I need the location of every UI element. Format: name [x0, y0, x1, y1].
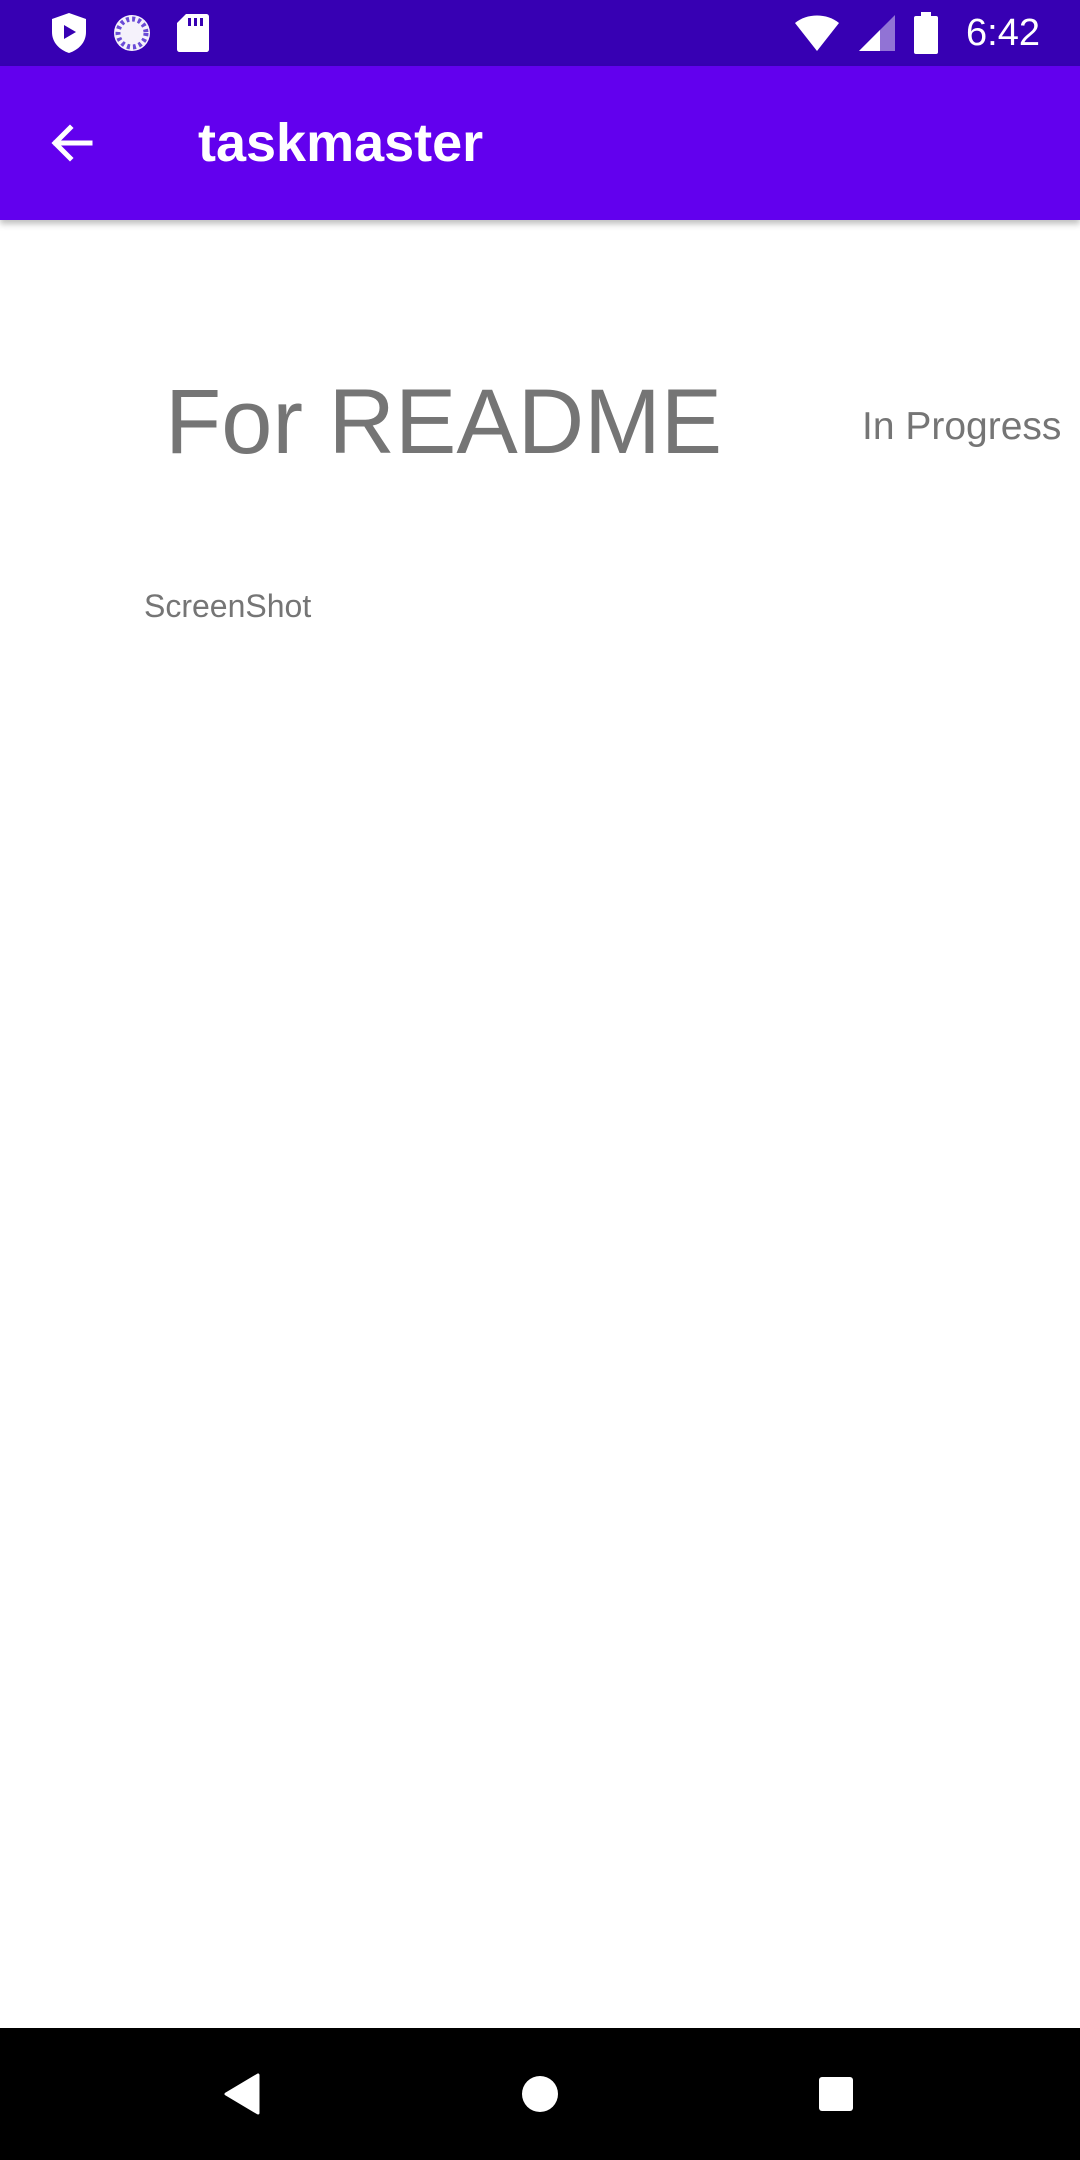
recents-square-icon	[818, 2076, 854, 2112]
cell-signal-icon	[858, 14, 896, 52]
nav-recents-button[interactable]	[800, 2058, 872, 2130]
status-right-icons: 6:42	[794, 8, 1040, 58]
status-time: 6:42	[966, 11, 1040, 54]
app-bar: taskmaster	[0, 66, 1080, 220]
loading-spinner-icon	[112, 13, 152, 53]
back-button[interactable]	[40, 111, 104, 175]
screen: 6:42 taskmaster For README In Progress S…	[0, 0, 1080, 2160]
wifi-icon	[794, 14, 840, 52]
task-state: In Progress	[862, 405, 1062, 448]
home-circle-icon	[520, 2074, 560, 2114]
back-triangle-icon	[222, 2072, 262, 2116]
shield-icon	[50, 12, 88, 54]
battery-icon	[914, 12, 939, 54]
navigation-bar	[0, 2028, 1080, 2160]
task-body: ScreenShot	[144, 588, 312, 624]
status-bar: 6:42	[0, 0, 1080, 66]
task-title: For README	[165, 371, 723, 473]
sd-card-icon	[176, 13, 210, 53]
app-title: taskmaster	[198, 113, 484, 173]
status-left-icons	[50, 11, 210, 55]
nav-back-button[interactable]	[206, 2058, 278, 2130]
nav-home-button[interactable]	[504, 2058, 576, 2130]
arrow-back-icon	[48, 119, 96, 167]
